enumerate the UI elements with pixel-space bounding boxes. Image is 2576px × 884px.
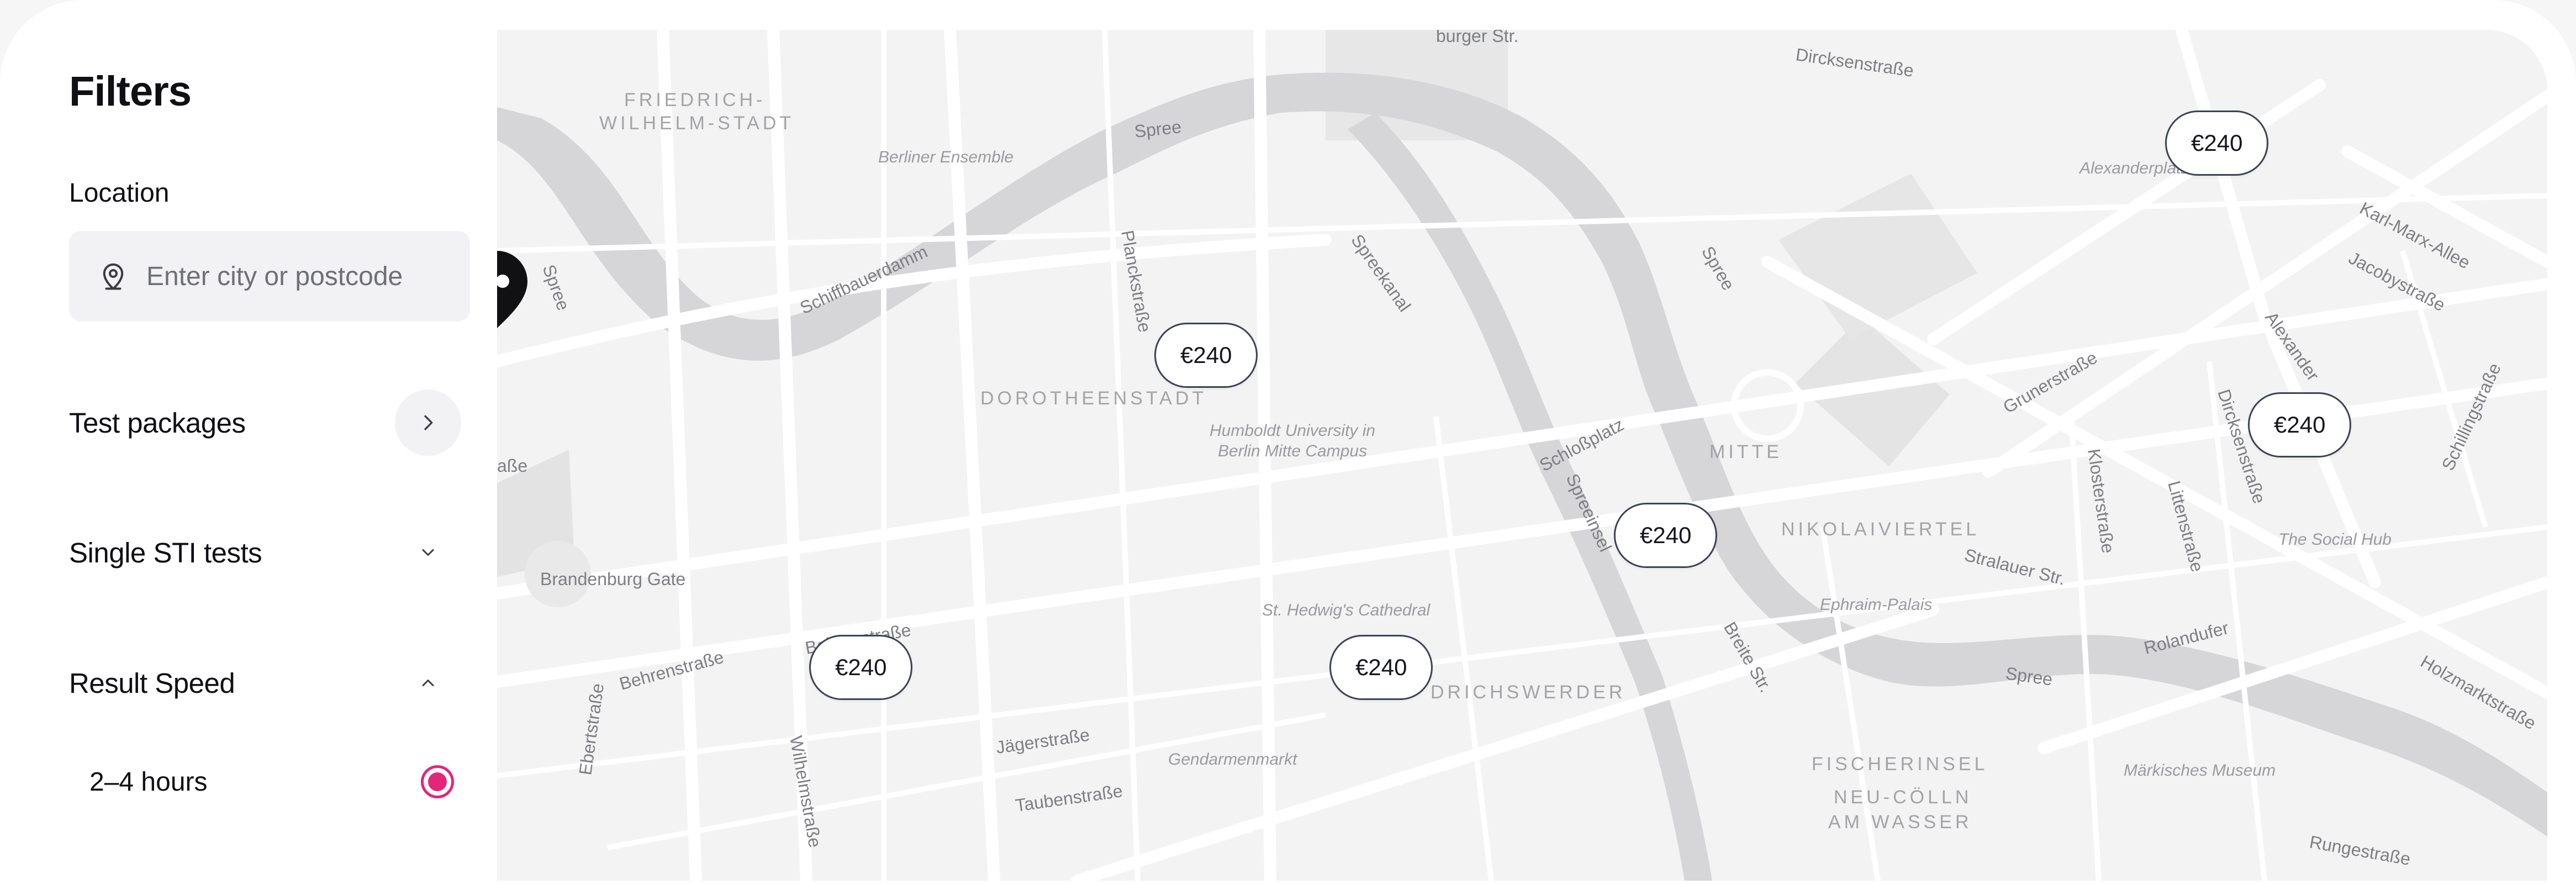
poi-label: Berliner Ensemble bbox=[878, 148, 1013, 166]
district-label: DOROTHEENSTADT bbox=[980, 388, 1207, 409]
single-sti-tests-label: Single STI tests bbox=[69, 536, 262, 569]
single-sti-tests-toggle[interactable] bbox=[395, 519, 461, 586]
district-label: MITTE bbox=[1709, 441, 1782, 462]
chevron-right-icon bbox=[424, 415, 433, 430]
poi-label: Berlin Mitte Campus bbox=[1218, 442, 1367, 460]
chevron-up-icon bbox=[422, 680, 434, 686]
price-marker[interactable]: €240 bbox=[1154, 323, 1258, 388]
map-view[interactable]: FRIEDRICH- WILHELM-STADT DOROTHEENSTADT … bbox=[497, 30, 2547, 881]
location-field[interactable] bbox=[69, 231, 470, 322]
single-sti-tests-row[interactable]: Single STI tests bbox=[69, 519, 467, 586]
radio-selected-dot bbox=[428, 772, 447, 791]
speed-option-label: 2–4 hours bbox=[89, 767, 208, 797]
test-packages-row[interactable]: Test packages bbox=[69, 390, 467, 456]
location-label: Location bbox=[69, 178, 170, 208]
poi-label: Humboldt University in bbox=[1210, 422, 1375, 440]
test-packages-expand-button[interactable] bbox=[395, 390, 461, 456]
filter-panel-card: Filters Location Test packages Single ST… bbox=[0, 0, 2576, 884]
price-marker[interactable]: €240 bbox=[2248, 392, 2352, 457]
street-label: burger Str. bbox=[1436, 30, 1518, 46]
filters-title: Filters bbox=[69, 68, 192, 115]
poi-label: Märkisches Museum bbox=[2124, 761, 2276, 780]
result-speed-toggle[interactable] bbox=[395, 650, 461, 716]
result-speed-label: Result Speed bbox=[69, 667, 235, 699]
filters-sidebar: Filters Location Test packages Single ST… bbox=[0, 0, 497, 853]
map-pin-icon bbox=[103, 263, 124, 290]
district-label: DRICHSWERDER bbox=[1430, 682, 1625, 703]
district-label: AM WASSER bbox=[1828, 812, 1972, 833]
speed-option-radio[interactable] bbox=[421, 765, 454, 798]
district-label: NIKOLAIVIERTEL bbox=[1781, 519, 1979, 540]
price-marker[interactable]: €240 bbox=[2165, 110, 2269, 176]
district-label: FISCHERINSEL bbox=[1812, 754, 1988, 775]
test-packages-label: Test packages bbox=[69, 407, 246, 439]
speed-option-2-4-hours[interactable]: 2–4 hours bbox=[89, 749, 454, 815]
price-marker[interactable]: €240 bbox=[1329, 635, 1433, 700]
street-label: aße bbox=[497, 456, 527, 476]
district-label: WILHELM-STADT bbox=[599, 113, 794, 134]
price-marker[interactable]: €240 bbox=[809, 635, 913, 700]
poi-label: St. Hedwig's Cathedral bbox=[1262, 601, 1431, 619]
poi-label: Gendarmenmarkt bbox=[1168, 750, 1298, 769]
location-input[interactable] bbox=[145, 260, 457, 292]
price-marker[interactable]: €240 bbox=[1614, 503, 1718, 568]
district-label: NEU-CÖLLN bbox=[1834, 787, 1972, 808]
poi-label: The Social Hub bbox=[2278, 530, 2392, 549]
chevron-down-icon bbox=[422, 549, 434, 556]
result-speed-row[interactable]: Result Speed bbox=[69, 650, 467, 716]
district-label: FRIEDRICH- bbox=[624, 90, 766, 110]
poi-label: Ephraim-Palais bbox=[1820, 596, 1932, 614]
street-label: Brandenburg Gate bbox=[540, 569, 685, 589]
